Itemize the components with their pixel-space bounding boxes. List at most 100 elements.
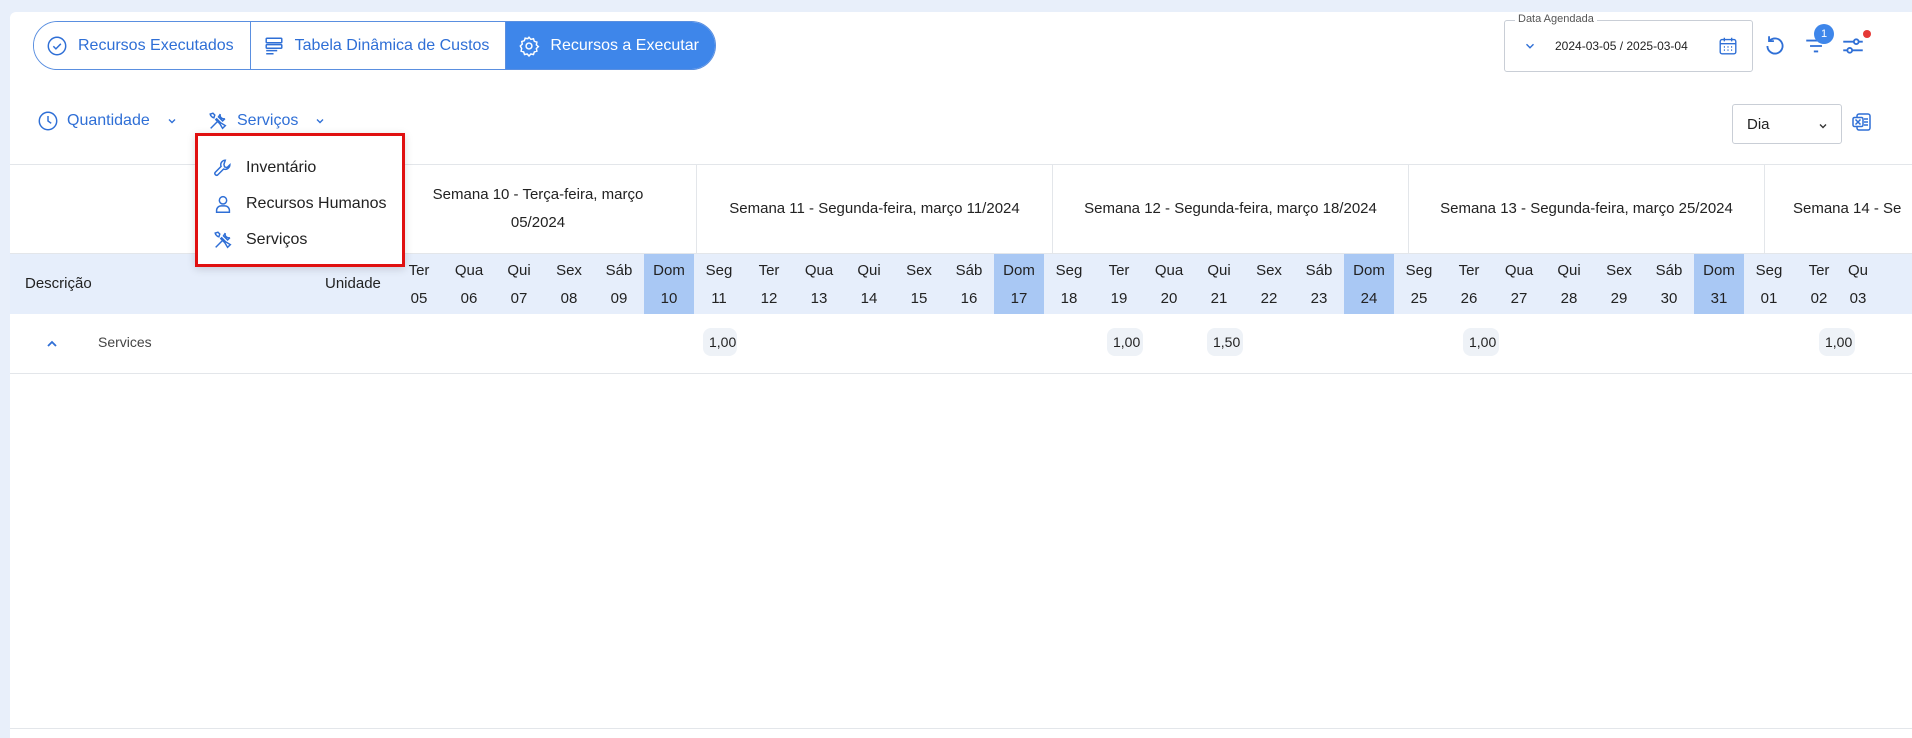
- value-cell[interactable]: 1,00: [1463, 328, 1499, 356]
- day-name: Qui: [1557, 262, 1581, 279]
- value-cell[interactable]: 1,00: [703, 328, 737, 356]
- services-dropdown[interactable]: Serviços: [207, 110, 326, 132]
- quantity-label: Quantidade: [67, 112, 150, 129]
- menu-item-servicos[interactable]: Serviços: [212, 229, 307, 251]
- services-label: Serviços: [237, 112, 299, 129]
- day-column-header: Dom 10: [644, 254, 694, 314]
- day-number: 10: [660, 290, 678, 307]
- table-footer-line: [10, 728, 1912, 729]
- week-header: Semana 13 - Segunda-feira, março 25/2024: [1408, 164, 1764, 254]
- tab-label: Recursos a Executar: [550, 36, 699, 54]
- day-number: 30: [1660, 290, 1678, 307]
- tab-recursos-a-executar[interactable]: Recursos a Executar: [506, 22, 715, 69]
- day-number: 31: [1710, 290, 1728, 307]
- day-number: 20: [1160, 290, 1178, 307]
- day-name: Dom: [653, 262, 685, 279]
- value-cell[interactable]: 1,00: [1819, 328, 1855, 356]
- day-name: Sex: [906, 262, 932, 279]
- column-description[interactable]: Descrição: [25, 275, 92, 292]
- day-number: 18: [1060, 290, 1078, 307]
- excel-export-icon[interactable]: [1850, 110, 1874, 134]
- day-number: 19: [1110, 290, 1128, 307]
- day-name: Dom: [1003, 262, 1035, 279]
- day-number: 26: [1460, 290, 1478, 307]
- row-label: Services: [98, 334, 152, 350]
- week-header: Semana 14 - Se: [1764, 164, 1912, 254]
- value-cell[interactable]: 1,50: [1207, 328, 1243, 356]
- day-name: Sáb: [1655, 262, 1683, 279]
- view-tabs: Recursos Executados Tabela Dinâmica de C…: [33, 21, 716, 70]
- day-name: Sex: [1256, 262, 1282, 279]
- day-column-header: Qua 06: [444, 254, 494, 314]
- day-number: 12: [760, 290, 778, 307]
- chevron-down-icon: [316, 119, 324, 124]
- day-name: Sáb: [1305, 262, 1333, 279]
- day-name: Sex: [556, 262, 582, 279]
- day-number: 03: [1849, 290, 1867, 307]
- day-column-header: Sáb 30: [1644, 254, 1694, 314]
- day-number: 06: [460, 290, 478, 307]
- day-column-header: Sex 15: [894, 254, 944, 314]
- day-name: Ter: [1458, 262, 1480, 279]
- refresh-icon[interactable]: [1762, 33, 1788, 59]
- week-header: Semana 11 - Segunda-feira, março 11/2024: [696, 164, 1052, 254]
- day-name: Qua: [804, 262, 834, 279]
- day-number: 23: [1310, 290, 1328, 307]
- day-number: 27: [1510, 290, 1528, 307]
- day-name: Qui: [507, 262, 531, 279]
- date-range-label: Data Agendada: [1515, 13, 1597, 25]
- chevron-up-icon[interactable]: [44, 336, 60, 352]
- day-name: Sex: [1606, 262, 1632, 279]
- day-column-header: Seg 25: [1394, 254, 1444, 314]
- clock-icon: [38, 111, 58, 131]
- quantity-dropdown[interactable]: Quantidade: [37, 110, 178, 132]
- day-name: Sáb: [955, 262, 983, 279]
- date-range-field[interactable]: Data Agendada 2024-03-05 / 2025-03-04: [1504, 13, 1753, 72]
- menu-item-inventario[interactable]: Inventário: [212, 157, 316, 179]
- value-cell[interactable]: 1,00: [1107, 328, 1143, 356]
- settings-sliders-icon[interactable]: [1840, 33, 1866, 59]
- day-column-header: Qui 21: [1194, 254, 1244, 314]
- chevron-down-icon: [168, 119, 176, 124]
- day-number: 07: [510, 290, 528, 307]
- day-name: Seg: [1755, 262, 1783, 279]
- day-number: 09: [610, 290, 628, 307]
- menu-item-recursos-humanos[interactable]: Recursos Humanos: [212, 193, 387, 215]
- day-name: Sáb: [605, 262, 633, 279]
- day-name: Dom: [1353, 262, 1385, 279]
- day-name: Ter: [1808, 262, 1830, 279]
- chevron-down-icon[interactable]: [1523, 39, 1537, 53]
- tab-tabela-dinamica[interactable]: Tabela Dinâmica de Custos: [250, 22, 507, 69]
- menu-item-label: Inventário: [246, 159, 317, 176]
- day-column-header: Sáb 09: [594, 254, 644, 314]
- day-number: 28: [1560, 290, 1578, 307]
- menu-item-label: Recursos Humanos: [246, 195, 387, 212]
- chevron-down-icon: [1819, 124, 1827, 129]
- tab-label: Recursos Executados: [78, 36, 234, 54]
- day-column-header: Qua 13: [794, 254, 844, 314]
- calendar-icon[interactable]: [1717, 35, 1739, 57]
- day-name: Seg: [705, 262, 733, 279]
- day-column-header: Sáb 16: [944, 254, 994, 314]
- filter-count-badge: 1: [1814, 24, 1834, 44]
- period-select[interactable]: Dia: [1732, 104, 1842, 144]
- day-column-header: Qui 14: [844, 254, 894, 314]
- day-name: Qui: [857, 262, 881, 279]
- date-range-value: 2024-03-05 / 2025-03-04: [1555, 39, 1688, 53]
- day-column-header: Ter 26: [1444, 254, 1494, 314]
- day-column-header: Qua 20: [1144, 254, 1194, 314]
- column-unit[interactable]: Unidade: [325, 275, 381, 292]
- day-column-header: Dom 24: [1344, 254, 1394, 314]
- day-column-header: Dom 31: [1694, 254, 1744, 314]
- day-column-header: Qui 07: [494, 254, 544, 314]
- tools-icon: [209, 112, 227, 130]
- day-column-header: Sex 22: [1244, 254, 1294, 314]
- day-column-header: Sex 08: [544, 254, 594, 314]
- tab-recursos-executados[interactable]: Recursos Executados: [34, 22, 251, 69]
- services-menu: Inventário Recursos Humanos Serviços: [195, 133, 405, 267]
- day-name: Qu: [1847, 262, 1868, 279]
- table-icon: [265, 36, 283, 55]
- day-number: 02: [1810, 290, 1828, 307]
- day-number: 22: [1260, 290, 1278, 307]
- day-number: 17: [1010, 290, 1028, 307]
